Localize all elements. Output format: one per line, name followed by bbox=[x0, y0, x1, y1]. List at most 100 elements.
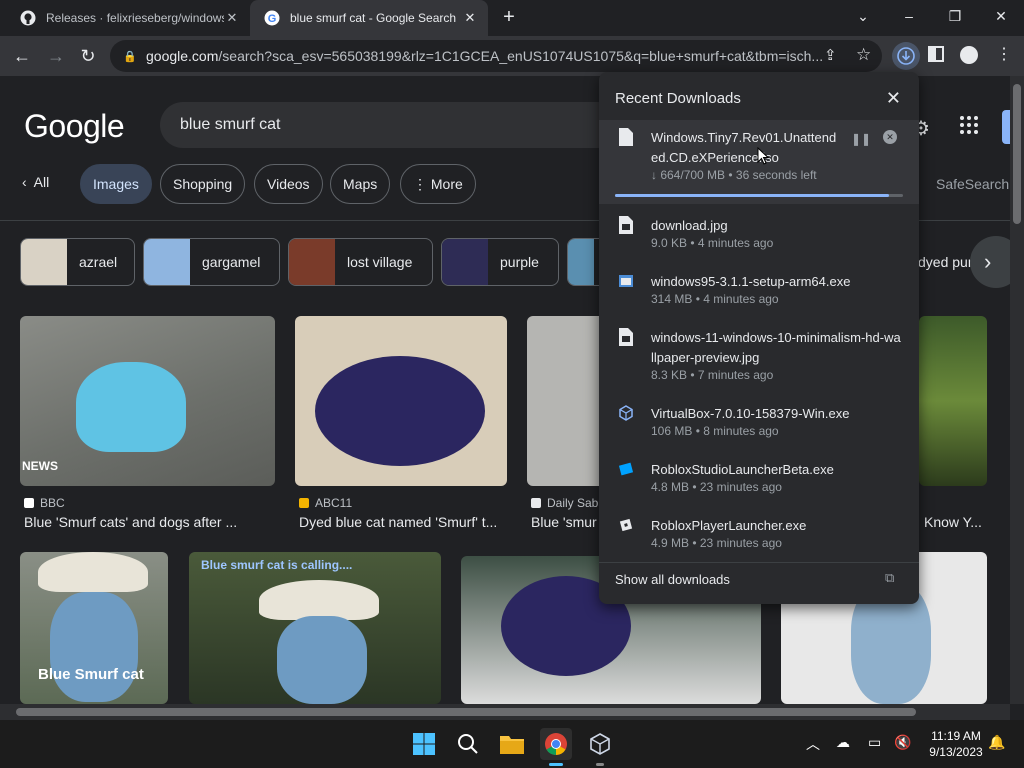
side-panel-icon[interactable] bbox=[928, 46, 944, 62]
download-filename: VirtualBox-7.0.10-158379-Win.exe bbox=[651, 406, 850, 421]
result-image-2[interactable] bbox=[295, 316, 507, 486]
suggestion-azrael[interactable]: azrael bbox=[20, 238, 135, 286]
scrollbar-thumb[interactable] bbox=[16, 708, 916, 716]
download-filename: download.jpg bbox=[651, 218, 728, 233]
tab-title: blue smurf cat - Google Search bbox=[290, 11, 457, 25]
filter-images[interactable]: Images bbox=[80, 164, 152, 204]
onedrive-icon[interactable]: ☁ bbox=[836, 734, 850, 751]
download-item[interactable]: windows95-3.1.1-setup-arm64.exe 314 MB •… bbox=[599, 264, 919, 320]
browser-toolbar: ← → ↻ 🔒 google.com/search?sca_esv=565038… bbox=[0, 36, 1024, 76]
result-caption-2[interactable]: Dyed blue cat named 'Smurf' t... bbox=[299, 514, 504, 530]
safesearch-link[interactable]: SafeSearch bbox=[936, 176, 1009, 192]
suggestion-purple[interactable]: purple bbox=[441, 238, 559, 286]
result-image-3[interactable] bbox=[527, 316, 607, 486]
restore-button[interactable]: ❐ bbox=[932, 0, 978, 32]
downloads-icon[interactable] bbox=[892, 42, 920, 70]
show-hidden-icons[interactable]: ︿ bbox=[806, 734, 820, 754]
show-all-downloads-link[interactable]: Show all downloads bbox=[615, 572, 730, 587]
vertical-scrollbar[interactable] bbox=[1010, 76, 1024, 704]
abc11-icon bbox=[299, 498, 309, 508]
download-meta: 4.8 MB • 23 minutes ago bbox=[651, 480, 782, 494]
url-text: google.com/search?sca_esv=565038199&rlz=… bbox=[146, 48, 824, 64]
virtualbox-icon[interactable] bbox=[584, 728, 616, 760]
chrome-icon[interactable] bbox=[540, 728, 572, 760]
image-file-icon bbox=[619, 216, 633, 234]
google-logo[interactable]: Google bbox=[24, 108, 125, 145]
close-window-button[interactable]: ✕ bbox=[978, 0, 1024, 32]
bookmark-star-icon[interactable]: ☆ bbox=[856, 45, 871, 65]
download-filename: RobloxPlayerLauncher.exe bbox=[651, 518, 807, 533]
exe-icon bbox=[619, 275, 633, 287]
tab-releases[interactable]: Releases · felixrieseberg/windows ✕ bbox=[6, 0, 250, 36]
result-image-6[interactable]: Blue smurf cat is calling.... bbox=[189, 552, 441, 704]
download-item[interactable]: windows-11-windows-10-minimalism-hd-wall… bbox=[599, 320, 919, 396]
download-meta: 106 MB • 8 minutes ago bbox=[651, 424, 779, 438]
sign-in-button[interactable] bbox=[1002, 110, 1010, 144]
pause-icon[interactable]: ❚❚ bbox=[851, 132, 871, 146]
apps-icon[interactable] bbox=[960, 116, 978, 134]
next-suggestions-button[interactable]: › bbox=[970, 236, 1010, 288]
volume-muted-icon[interactable]: 🔇 bbox=[894, 734, 911, 751]
profile-icon[interactable] bbox=[960, 46, 978, 64]
windows-taskbar: ︿ ☁ ▭ 🔇 11:19 AM 9/13/2023 🔔 bbox=[0, 720, 1024, 768]
result-image-5[interactable]: Blue Smurf cat bbox=[20, 552, 168, 704]
downloads-title: Recent Downloads bbox=[615, 90, 741, 107]
tab-google-search[interactable]: G blue smurf cat - Google Search ✕ bbox=[250, 0, 488, 36]
result-image-1[interactable]: NEWS bbox=[20, 316, 275, 486]
result-caption-4[interactable]: Know Y... bbox=[924, 514, 994, 530]
minimize-button[interactable]: – bbox=[886, 0, 932, 32]
download-item[interactable]: RobloxStudioLauncherBeta.exe 4.8 MB • 23… bbox=[599, 452, 919, 508]
menu-icon[interactable]: ⋮ bbox=[996, 44, 1012, 64]
mouse-cursor-icon bbox=[757, 147, 769, 165]
system-clock[interactable]: 11:19 AM 9/13/2023 bbox=[916, 728, 996, 760]
download-item[interactable]: VirtualBox-7.0.10-158379-Win.exe 106 MB … bbox=[599, 396, 919, 452]
start-icon[interactable] bbox=[408, 728, 440, 760]
download-item[interactable]: download.jpg 9.0 KB • 4 minutes ago bbox=[599, 208, 919, 264]
scrollbar-thumb[interactable] bbox=[1013, 84, 1021, 224]
search-icon[interactable] bbox=[452, 728, 484, 760]
bbc-icon bbox=[24, 498, 34, 508]
filter-shopping[interactable]: Shopping bbox=[160, 164, 246, 204]
result-source-3[interactable]: Daily Sab bbox=[531, 496, 598, 510]
download-item[interactable]: RobloxPlayerLauncher.exe 4.9 MB • 23 min… bbox=[599, 508, 919, 564]
virtualbox-icon bbox=[619, 405, 633, 421]
search-input[interactable]: blue smurf cat bbox=[160, 102, 620, 148]
download-meta: 8.3 KB • 7 minutes ago bbox=[651, 368, 774, 382]
notification-bell-icon[interactable]: 🔔 bbox=[988, 734, 1005, 751]
filter-maps[interactable]: Maps bbox=[330, 164, 391, 204]
download-progress-fill bbox=[615, 194, 889, 197]
share-icon[interactable]: ⇪ bbox=[824, 46, 837, 64]
close-icon[interactable]: ✕ bbox=[462, 10, 478, 26]
horizontal-scrollbar[interactable] bbox=[0, 704, 1010, 720]
result-caption-3[interactable]: Blue 'smur bbox=[531, 514, 599, 530]
address-bar[interactable]: 🔒 google.com/search?sca_esv=565038199&rl… bbox=[110, 40, 882, 72]
tab-strip: Releases · felixrieseberg/windows ✕ G bl… bbox=[0, 0, 1024, 36]
tab-search-icon[interactable]: ⌄ bbox=[840, 0, 886, 32]
suggestion-thumbnail bbox=[144, 239, 190, 285]
back-button[interactable]: ← bbox=[8, 42, 36, 70]
close-icon[interactable]: ✕ bbox=[886, 88, 901, 109]
result-source-2[interactable]: ABC11 bbox=[299, 496, 352, 510]
filter-videos[interactable]: Videos bbox=[254, 164, 323, 204]
result-caption-1[interactable]: Blue 'Smurf cats' and dogs after ... bbox=[24, 514, 274, 530]
result-source-1[interactable]: BBC bbox=[24, 496, 65, 510]
clock-date: 9/13/2023 bbox=[929, 745, 983, 759]
close-icon[interactable]: ✕ bbox=[224, 10, 240, 26]
suggestion-thumbnail bbox=[568, 239, 594, 285]
filter-all[interactable]: ‹ All bbox=[22, 174, 49, 190]
suggestion-gargamel[interactable]: gargamel bbox=[143, 238, 280, 286]
news-overlay: NEWS bbox=[22, 459, 58, 473]
filter-more[interactable]: ⋮ More bbox=[400, 164, 476, 204]
reload-button[interactable]: ↻ bbox=[74, 42, 102, 70]
smurf-cat-figure bbox=[277, 616, 367, 704]
running-app-indicator bbox=[596, 763, 604, 766]
file-explorer-icon[interactable] bbox=[496, 728, 528, 760]
open-in-new-icon[interactable]: ⧉ bbox=[885, 570, 894, 586]
display-icon[interactable]: ▭ bbox=[868, 734, 881, 751]
cancel-icon[interactable]: ✕ bbox=[883, 130, 897, 144]
result-image-4[interactable] bbox=[919, 316, 987, 486]
forward-button[interactable]: → bbox=[42, 42, 70, 70]
download-filename: Windows.Tiny7.Rev01.Unattended.CD.eXPeri… bbox=[651, 130, 837, 165]
new-tab-button[interactable]: + bbox=[498, 6, 520, 28]
suggestion-lost-village[interactable]: lost village bbox=[288, 238, 433, 286]
